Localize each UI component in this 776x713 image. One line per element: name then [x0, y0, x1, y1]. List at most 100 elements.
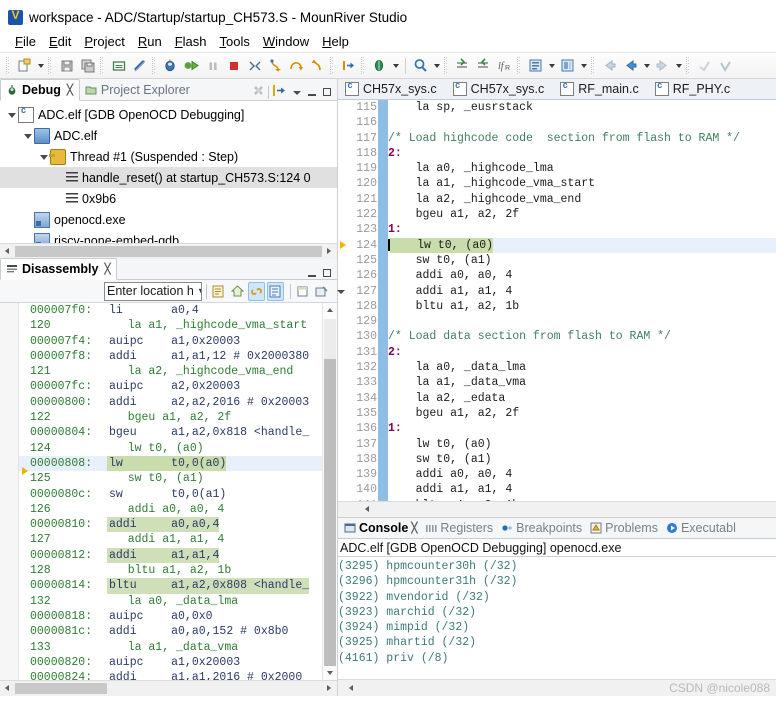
- editor-code-line[interactable]: lw t0, (a0): [388, 437, 776, 452]
- remove-all-terminated-icon[interactable]: [252, 84, 265, 100]
- resume-skip-icon[interactable]: [338, 55, 359, 76]
- editor-code-line[interactable]: [388, 115, 776, 130]
- back-dropdown[interactable]: [641, 56, 652, 75]
- save-icon[interactable]: [56, 55, 77, 76]
- debug-hscroll-right-arrow[interactable]: [323, 244, 337, 259]
- show-source-icon[interactable]: [210, 282, 227, 301]
- debug-tree-row[interactable]: 0x9b6: [0, 188, 337, 209]
- disassembly-maximize-button[interactable]: [321, 267, 333, 279]
- disassembly-line[interactable]: 000007fc: auipc a2,0x20003: [19, 379, 322, 394]
- forward-dropdown[interactable]: [673, 56, 684, 75]
- menu-file[interactable]: File: [9, 33, 43, 50]
- print-icon[interactable]: [108, 55, 129, 76]
- disassembly-line[interactable]: 000007f4: auipc a1,0x20003: [19, 334, 322, 349]
- pause-icon[interactable]: [202, 55, 223, 76]
- disconnect-icon[interactable]: [244, 55, 265, 76]
- disassembly-line[interactable]: 00000814: bltu a1,a2,0x808 <handle_: [19, 578, 322, 594]
- debug-tree-row[interactable]: openocd.exe: [0, 209, 337, 230]
- disassembly-line[interactable]: 126 addi a0, a0, 4: [19, 502, 322, 517]
- disassembly-hscrollbar[interactable]: [0, 680, 337, 696]
- last-edit-location-icon[interactable]: lf R: [494, 55, 515, 76]
- disassembly-gutter[interactable]: [0, 303, 19, 680]
- editor-code-line[interactable]: 1:: [388, 421, 776, 436]
- menu-window[interactable]: Window: [257, 33, 316, 50]
- editor-tab[interactable]: CH57x_sys.c: [338, 79, 446, 99]
- debug-view-minimize-button[interactable]: [306, 86, 318, 98]
- disassembly-line[interactable]: 00000810: addi a0,a0,4: [19, 517, 322, 533]
- disassembly-line[interactable]: 128 bltu a1, a2, 1b: [19, 563, 322, 578]
- editor-code-line[interactable]: addi a0, a0, 4: [388, 467, 776, 482]
- new-file-icon[interactable]: [14, 55, 35, 76]
- step-over-icon[interactable]: [286, 55, 307, 76]
- debug-tree-row[interactable]: riscv-none-embed-gdb: [0, 230, 337, 243]
- menu-flash[interactable]: Flash: [169, 33, 214, 50]
- debug-hscroll-thumb[interactable]: [15, 246, 322, 257]
- step-return-icon[interactable]: [307, 55, 328, 76]
- disassembly-line[interactable]: 00000808: lw t0,0(a0): [19, 455, 322, 476]
- editor-code-line[interactable]: la a1, _highcode_vma_start: [388, 176, 776, 191]
- disassembly-line[interactable]: 127 addi a1, a1, 4: [19, 532, 322, 547]
- run-icon[interactable]: [181, 55, 202, 76]
- disassembly-line[interactable]: 00000800: addi a2,a2,2016 # 0x20003: [19, 395, 322, 410]
- debug-view-menu-icon[interactable]: [290, 86, 303, 98]
- debug-tree-row[interactable]: ADC.elf: [0, 125, 337, 146]
- disassembly-line[interactable]: 00000820: auipc a1,0x20003: [19, 655, 322, 670]
- editor-tab[interactable]: RF_main.c: [553, 79, 647, 99]
- disassembly-vscrollbar[interactable]: [322, 303, 337, 680]
- editor-tab[interactable]: CH57x_sys.c: [446, 79, 554, 99]
- debug-tree-row[interactable]: ADC.elf [GDB OpenOCD Debugging]: [0, 104, 337, 125]
- editor-code-line[interactable]: addi a1, a1, 4: [388, 482, 776, 497]
- editor-code-line[interactable]: sw t0, (a1): [388, 452, 776, 467]
- disassembly-minimize-button[interactable]: [306, 267, 318, 279]
- debug-tree[interactable]: ADC.elf [GDB OpenOCD Debugging] ADC.elf Th…: [0, 101, 337, 243]
- location-input[interactable]: Enter location h ▼: [104, 281, 202, 301]
- tab-debug[interactable]: Debug ╳: [0, 79, 80, 101]
- editor-code-line[interactable]: 2:: [388, 146, 776, 161]
- console-tab[interactable]: Problems: [586, 519, 662, 538]
- tab-debug-close[interactable]: ╳: [67, 85, 73, 96]
- forward-icon[interactable]: [652, 55, 673, 76]
- debug-tree-hscrollbar[interactable]: [0, 243, 337, 259]
- editor-code-line[interactable]: sw t0, (a1): [388, 253, 776, 268]
- open-resource-dropdown[interactable]: [578, 56, 589, 75]
- external-tools-dropdown[interactable]: [390, 56, 401, 75]
- editor-code-line[interactable]: lw t0, (a0): [388, 237, 776, 253]
- disassembly-line[interactable]: 000007f8: addi a1,a1,12 # 0x2000380: [19, 349, 322, 364]
- console-tab[interactable]: Registers: [421, 519, 497, 538]
- pin-alt-icon[interactable]: [715, 55, 736, 76]
- editor-code[interactable]: la sp, _eusrstack /* Load highcode code s…: [388, 100, 776, 501]
- link-with-active-debug-context-icon[interactable]: [248, 281, 266, 301]
- editor-code-line[interactable]: [388, 314, 776, 329]
- disassembly-lines[interactable]: 000007f0: li a0,4 120 la a1, _highcode_vma…: [19, 303, 322, 680]
- editor-hscrollbar[interactable]: [338, 501, 776, 517]
- external-tools-icon[interactable]: [369, 55, 390, 76]
- new-view-icon[interactable]: [294, 282, 311, 301]
- disassembly-line[interactable]: 132 la a0, _data_lma: [19, 594, 322, 609]
- console-tab[interactable]: Console ╳: [340, 519, 421, 538]
- pin-view-icon[interactable]: [313, 282, 330, 301]
- editor-code-line[interactable]: /* Load highcode code section from flash…: [388, 131, 776, 146]
- editor-code-line[interactable]: la a0, _highcode_lma: [388, 161, 776, 176]
- debug-hscroll-left-arrow[interactable]: [0, 244, 14, 259]
- pin-icon[interactable]: [694, 55, 715, 76]
- disassembly-line[interactable]: 0000080c: sw t0,0(a1): [19, 487, 322, 502]
- disassembly-line[interactable]: 00000804: bgeu a1,a2,0x818 <handle_: [19, 425, 322, 440]
- editor-code-line[interactable]: la a0, _data_lma: [388, 360, 776, 375]
- disasm-vscroll-down-arrow[interactable]: [324, 666, 337, 680]
- search-icon[interactable]: [410, 55, 431, 76]
- disassembly-view-menu-icon[interactable]: [334, 285, 344, 297]
- disassembly-line[interactable]: 125 sw t0, (a1): [19, 471, 322, 486]
- menu-project[interactable]: Project: [78, 33, 131, 50]
- disassembly-line[interactable]: 00000812: addi a1,a1,4: [19, 547, 322, 564]
- menu-help[interactable]: Help: [316, 33, 356, 50]
- step-into-selection-icon[interactable]: [272, 84, 287, 100]
- disassembly-line[interactable]: 000007f0: li a0,4: [19, 303, 322, 318]
- next-annotation-icon[interactable]: [452, 55, 473, 76]
- editor-marker-column[interactable]: [338, 100, 349, 501]
- editor-code-line[interactable]: la a2, _highcode_vma_end: [388, 192, 776, 207]
- disassembly-line[interactable]: 133 la a1, _data_vma: [19, 640, 322, 655]
- console-hscrollbar[interactable]: CSDN @nicole088: [338, 679, 776, 696]
- show-symbols-icon[interactable]: [229, 282, 246, 301]
- debug-tree-row[interactable]: handle_reset() at startup_CH573.S:124 0: [0, 167, 337, 188]
- tab-disassembly-close[interactable]: ╳: [104, 264, 110, 275]
